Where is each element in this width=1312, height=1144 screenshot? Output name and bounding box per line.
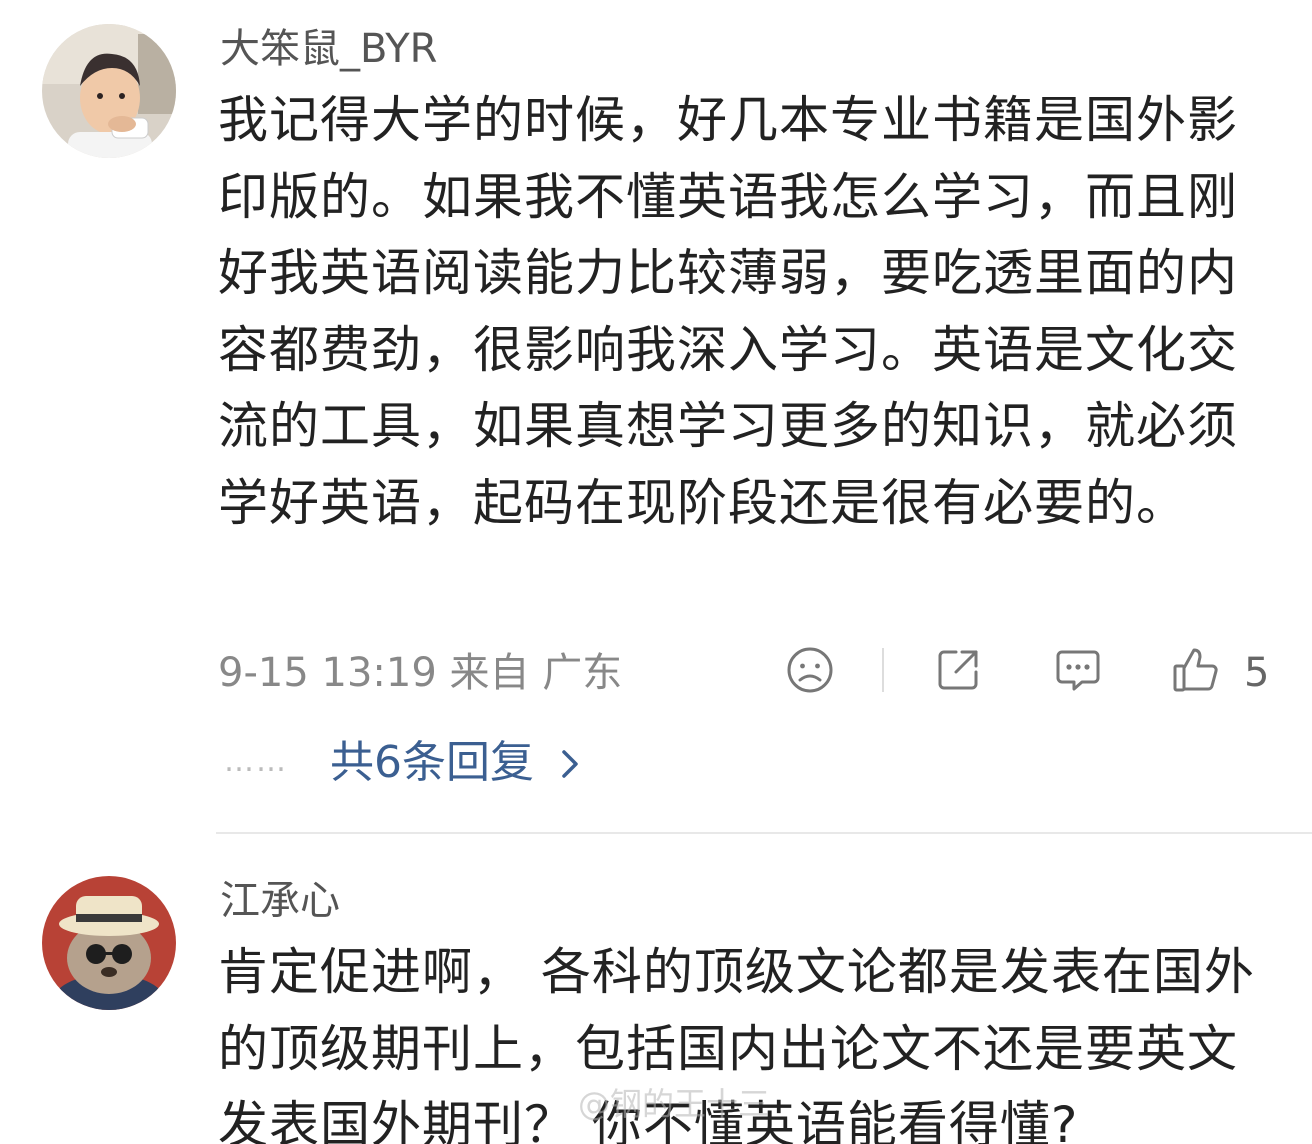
replies-dots: …… [224, 744, 288, 779]
comment-icon[interactable] [1052, 644, 1104, 696]
comment-item: 大笨鼠_BYR 我记得大学的时候，好几本专业书籍是国外影印版的。如果我不懂英语我… [0, 0, 1312, 832]
avatar[interactable] [42, 24, 176, 158]
avatar[interactable] [42, 876, 176, 1010]
view-replies-link[interactable]: 共6条回复 [330, 736, 534, 790]
avatar-cartoon [42, 876, 176, 1010]
replies-row[interactable]: …… 共6条回复 [218, 734, 818, 794]
sad-face-icon[interactable] [784, 644, 836, 696]
comment-meta-row: 9-15 13:19 来自 广东 5 [218, 640, 1278, 700]
thumbs-up-icon[interactable] [1170, 644, 1222, 696]
action-divider [882, 648, 884, 692]
chevron-right-icon[interactable] [554, 746, 586, 782]
avatar-photo [42, 24, 176, 158]
timestamp-location: 9-15 13:19 来自 广东 [218, 650, 623, 696]
comment-feed: 大笨鼠_BYR 我记得大学的时候，好几本专业书籍是国外影印版的。如果我不懂英语我… [0, 0, 1312, 1144]
username[interactable]: 大笨鼠_BYR [220, 24, 437, 74]
comment-text: 我记得大学的时候，好几本专业书籍是国外影印版的。如果我不懂英语我怎么学习，而且刚… [218, 91, 1238, 532]
watermark: @钢的王十三 [578, 1085, 771, 1123]
username[interactable]: 江承心 [220, 876, 340, 926]
like-count: 5 [1244, 650, 1270, 696]
share-icon[interactable] [932, 644, 984, 696]
